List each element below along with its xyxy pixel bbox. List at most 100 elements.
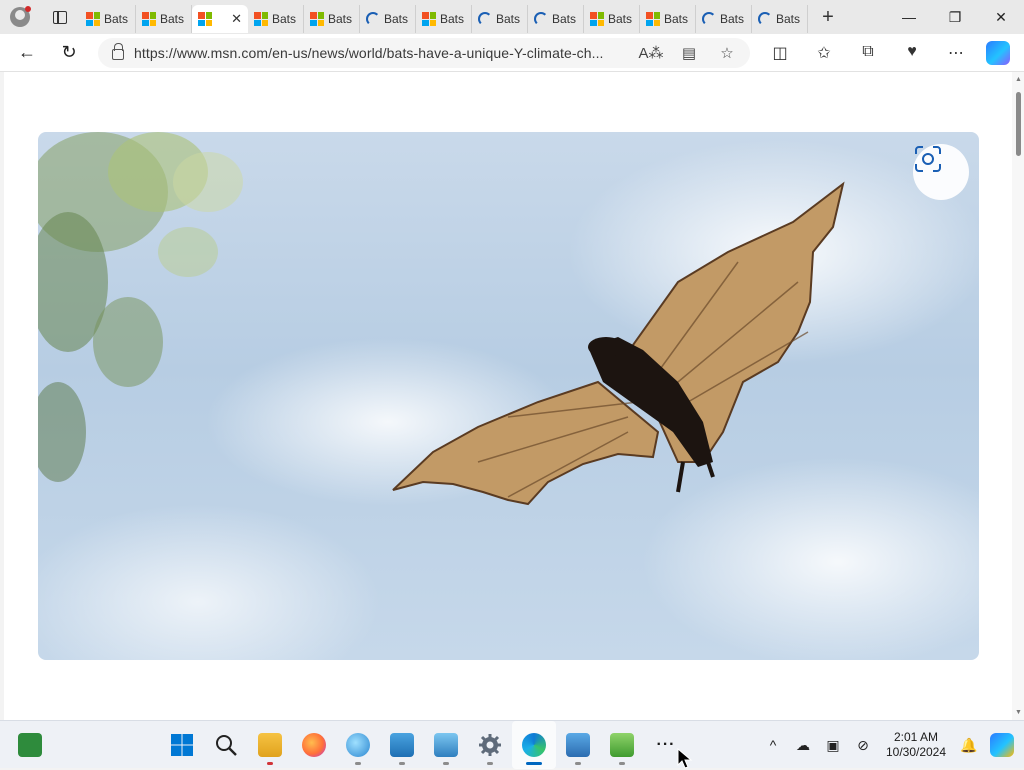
notification-dot [25,6,31,12]
microsoft-logo-icon [86,12,100,26]
refresh-button[interactable]: ↻ [48,34,90,72]
taskbar-file-explorer[interactable] [248,721,292,769]
taskbar-photos-app[interactable] [380,721,424,769]
tab-active[interactable]: ✕ [192,5,248,33]
volume-muted-icon[interactable]: ⊘ [848,737,878,754]
loading-spinner-icon [702,12,716,26]
loading-spinner-icon [478,12,492,26]
tab[interactable]: Bats [136,5,192,33]
remote-desktop-icon [434,733,458,757]
tab-label: Bats [776,12,801,26]
tab[interactable]: Bats [360,5,416,33]
tab[interactable]: Bats [472,5,528,33]
copilot-icon[interactable] [986,40,1010,65]
page-scrollbar[interactable]: ▲ ▼ [1012,72,1024,720]
foliage [38,132,243,482]
running-indicator [399,762,405,765]
new-tab-button[interactable]: + [808,0,848,34]
network-icon[interactable]: ▣ [818,737,848,754]
scrollbar-thumb[interactable] [1016,92,1021,156]
widgets-button[interactable] [0,721,60,769]
widgets-icon [18,732,42,757]
taskbar-app-green[interactable] [600,721,644,769]
taskbar-apps: ··· [160,721,688,769]
microsoft-logo-icon [254,12,268,26]
tab-label: Bats [104,12,129,26]
profile-button[interactable] [0,0,40,34]
tab-label: Bats [552,12,577,26]
tabs: Bats Bats ✕ Bats Bats Bats Bats Bats Bat… [80,0,808,34]
loading-spinner-icon [366,12,380,26]
close-window-button[interactable]: ✕ [978,0,1024,34]
close-tab-icon[interactable]: ✕ [231,11,242,27]
copilot-taskbar-icon[interactable] [990,733,1014,757]
file-explorer-icon [258,733,282,757]
tab-actions-button[interactable] [40,0,80,34]
clock[interactable]: 2:01 AM 10/30/2024 [878,730,954,760]
navigation-bar: ← ↻ https://www.msn.com/en-us/news/world… [0,34,1024,72]
tab[interactable]: Bats [80,5,136,33]
tray-chevron-icon[interactable]: ^ [758,737,788,753]
address-bar[interactable]: https://www.msn.com/en-us/news/world/bat… [98,37,750,68]
running-indicator [355,762,361,765]
search-button[interactable] [204,721,248,769]
address-url[interactable]: https://www.msn.com/en-us/news/world/bat… [134,45,636,61]
tab-label: Bats [664,12,689,26]
taskbar-edge[interactable] [512,721,556,769]
favorites-icon[interactable]: ✩ [802,43,846,63]
photos-icon [390,733,414,757]
window-controls: — ❐ ✕ [886,0,1024,34]
minimize-button[interactable]: — [886,0,932,34]
hero-image-art [38,132,845,506]
search-icon [216,735,237,756]
tab-label: Bats [160,12,185,26]
scroll-up-arrow-icon[interactable]: ▲ [1015,76,1022,83]
taskbar-notepad[interactable] [556,721,600,769]
browser-essentials-icon[interactable]: ♥ [890,43,934,63]
visual-search-button[interactable] [913,144,969,200]
favorite-star-icon[interactable]: ☆ [712,44,742,62]
running-indicator [526,762,542,765]
tab-label: Bats [440,12,465,26]
start-button[interactable] [160,721,204,769]
tab[interactable]: Bats [304,5,360,33]
app-green-icon [610,733,634,757]
tab[interactable]: Bats [416,5,472,33]
tab[interactable]: Bats [640,5,696,33]
tab[interactable]: Bats [752,5,808,33]
taskbar-settings[interactable] [468,721,512,769]
tab-actions-icon [53,10,67,24]
bat-in-flight-image [38,132,979,660]
tab-label: Bats [720,12,745,26]
taskbar-firefox[interactable] [292,721,336,769]
tab-label: Bats [496,12,521,26]
toolbar: ◫ ✩ ⧉ ♥ ⋯ [758,43,978,63]
lock-icon[interactable] [112,43,124,60]
address-bar-actions: A⁂ ▤ ☆ [636,44,742,62]
tab-strip: Bats Bats ✕ Bats Bats Bats Bats Bats Bat… [0,0,1024,34]
immersive-reader-icon[interactable]: ▤ [674,44,704,62]
tab[interactable]: Bats [696,5,752,33]
back-button[interactable]: ← [6,34,48,72]
microsoft-logo-icon [310,12,324,26]
restore-button[interactable]: ❐ [932,0,978,34]
running-indicator [443,762,449,765]
tab[interactable]: Bats [584,5,640,33]
split-screen-icon[interactable]: ◫ [758,43,802,63]
collections-icon[interactable]: ⧉ [846,43,890,63]
taskbar: ··· ^ ☁ ▣ ⊘ 2:01 AM 10/30/2024 🔔 [0,720,1024,769]
onedrive-icon[interactable]: ☁ [788,737,818,754]
taskbar-globe-app[interactable] [336,721,380,769]
notepad-icon [566,733,590,757]
scroll-down-arrow-icon[interactable]: ▼ [1015,709,1022,716]
tab[interactable]: Bats [248,5,304,33]
read-aloud-icon[interactable]: A⁂ [636,44,666,62]
notifications-bell-icon[interactable]: 🔔 [954,737,984,754]
web-page [4,72,1012,720]
loading-spinner-icon [758,12,772,26]
running-indicator [619,762,625,765]
more-menu-icon[interactable]: ⋯ [934,43,978,63]
tab[interactable]: Bats [528,5,584,33]
tab-label: Bats [608,12,633,26]
taskbar-remote-desktop[interactable] [424,721,468,769]
